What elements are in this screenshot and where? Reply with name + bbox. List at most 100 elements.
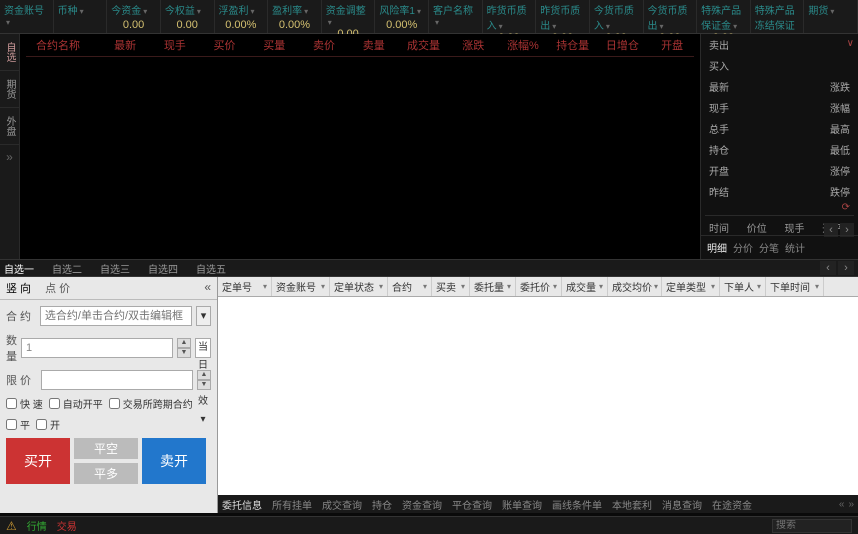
footer-quote-link[interactable]: 行情 [27, 518, 47, 533]
tab-vertical[interactable]: 竖 向 [6, 280, 31, 296]
quote-col-3[interactable]: 买价 [203, 37, 247, 53]
metric-5[interactable]: 盈利率▾0.00% [268, 0, 322, 33]
order-col-8[interactable]: 成交均价▾ [608, 277, 662, 296]
metric-15[interactable]: 期货▾ [804, 0, 858, 33]
quote-col-5[interactable]: 卖价 [302, 37, 346, 53]
metric-10[interactable]: 昨货币质出▾0.00 [536, 0, 590, 33]
quote-col-0[interactable]: 合约名称 [26, 37, 97, 53]
detail-tab-2[interactable]: 分笔 [759, 240, 779, 255]
order-col-0[interactable]: 定单号▾ [218, 277, 272, 296]
page-prev-icon[interactable]: « [839, 499, 845, 510]
sel-tab-1[interactable]: 自选二 [52, 261, 82, 276]
order-col-10[interactable]: 下单人▾ [720, 277, 766, 296]
order-col-2[interactable]: 定单状态▾ [330, 277, 388, 296]
order-col-11[interactable]: 下单时间▾ [766, 277, 824, 296]
contract-input[interactable] [40, 306, 192, 326]
search-input[interactable] [772, 519, 852, 533]
sel-next-icon[interactable]: › [838, 261, 854, 275]
order-col-7[interactable]: 成交量▾ [562, 277, 608, 296]
metric-1[interactable]: 币种▾ [54, 0, 108, 33]
side-expand-icon[interactable]: » [0, 145, 19, 169]
metric-14[interactable]: 特殊产品冻结保证金▾0.00 [751, 0, 805, 33]
order-col-3[interactable]: 合约▾ [388, 277, 432, 296]
order-col-1[interactable]: 资金账号▾ [272, 277, 330, 296]
qty-up-icon[interactable]: ▲ [177, 338, 191, 348]
side-tab-1[interactable]: 期货 [0, 71, 19, 108]
tab-pointprice[interactable]: 点 价 [45, 280, 70, 296]
bottom-tab-1[interactable]: 所有挂单 [272, 497, 312, 512]
side-tab-2[interactable]: 外盘 [0, 108, 19, 145]
bottom-tab-5[interactable]: 平仓查询 [452, 497, 492, 512]
metric-13[interactable]: 特殊产品保证金▾0.00 [697, 0, 751, 33]
quote-col-12[interactable]: 开盘 [650, 37, 694, 53]
bottom-tab-7[interactable]: 画线条件单 [552, 497, 602, 512]
bottom-tab-8[interactable]: 本地套利 [612, 497, 652, 512]
bottom-tab-9[interactable]: 消息查询 [662, 497, 702, 512]
price-input[interactable] [41, 370, 193, 390]
quote-col-11[interactable]: 日增仓 [601, 37, 645, 53]
side-tab-0[interactable]: 自选 [0, 34, 19, 71]
quote-col-4[interactable]: 买量 [252, 37, 296, 53]
check-4[interactable]: 开 [36, 417, 60, 432]
metric-3[interactable]: 今权益▾0.00 [161, 0, 215, 33]
check-0[interactable]: 快 速 [6, 396, 43, 411]
check-1[interactable]: 自动开平 [49, 396, 103, 411]
quote-col-2[interactable]: 现手 [153, 37, 197, 53]
page-next-icon[interactable]: » [848, 499, 854, 510]
quote-col-6[interactable]: 卖量 [352, 37, 396, 53]
collapse-icon[interactable]: « [204, 280, 211, 296]
bottom-tab-4[interactable]: 资金查询 [402, 497, 442, 512]
qty-down-icon[interactable]: ▼ [177, 348, 191, 358]
metric-9[interactable]: 昨货币质入▾0.00 [483, 0, 537, 33]
price-up-icon[interactable]: ▲ [197, 370, 211, 380]
sel-tab-0[interactable]: 自选一 [4, 261, 34, 276]
footer-trade-link[interactable]: 交易 [57, 518, 77, 533]
check-3[interactable]: 平 [6, 417, 30, 432]
metric-12[interactable]: 今货币质出▾0.00 [644, 0, 698, 33]
detail-tab-1[interactable]: 分价 [733, 240, 753, 255]
metric-6[interactable]: 资金调整▾0.00 [322, 0, 376, 33]
quote-col-9[interactable]: 涨幅% [501, 37, 545, 53]
refresh-icon[interactable]: ⟳ [701, 202, 858, 213]
price-down-icon[interactable]: ▼ [197, 380, 211, 390]
quote-col-7[interactable]: 成交量 [402, 37, 446, 53]
qty-label: 数 量 [6, 332, 17, 364]
bottom-tab-3[interactable]: 持仓 [372, 497, 392, 512]
bottom-tab-10[interactable]: 在途资金 [712, 497, 752, 512]
order-col-9[interactable]: 定单类型▾ [662, 277, 720, 296]
metric-4[interactable]: 浮盈利▾0.00% [215, 0, 269, 33]
quote-col-10[interactable]: 持仓量 [551, 37, 595, 53]
metric-2[interactable]: 今资金▾0.00 [107, 0, 161, 33]
detail-tab-3[interactable]: 统计 [785, 240, 805, 255]
chevron-down-icon: ▾ [304, 7, 308, 16]
detail-tab-0[interactable]: 明细 [707, 240, 727, 255]
price-label: 限 价 [6, 372, 37, 388]
info-expand-icon[interactable]: ∨ [847, 38, 854, 49]
quote-col-1[interactable]: 最新 [103, 37, 147, 53]
quote-col-8[interactable]: 涨跌 [451, 37, 495, 53]
check-2[interactable]: 交易所跨期合约 [109, 396, 193, 411]
order-col-5[interactable]: 委托量▾ [470, 277, 516, 296]
bottom-tab-6[interactable]: 账单查询 [502, 497, 542, 512]
validity-select[interactable]: 当日有效 ▾ [195, 338, 211, 358]
chevron-down-icon: ▾ [379, 282, 383, 291]
order-col-4[interactable]: 买卖▾ [432, 277, 470, 296]
close-short-button[interactable]: 平空 [74, 438, 138, 459]
order-col-6[interactable]: 委托价▾ [516, 277, 562, 296]
bottom-tab-2[interactable]: 成交查询 [322, 497, 362, 512]
info-row-7: 昨结跌停 [701, 181, 858, 202]
metric-11[interactable]: 今货币质入▾0.00 [590, 0, 644, 33]
qty-input[interactable] [21, 338, 173, 358]
buy-open-button[interactable]: 买开 [6, 438, 70, 484]
metric-7[interactable]: 风险率1▾0.00% [375, 0, 429, 33]
metric-8[interactable]: 客户名称▾ [429, 0, 483, 33]
metric-0[interactable]: 资金账号▾ [0, 0, 54, 33]
sel-tab-2[interactable]: 自选三 [100, 261, 130, 276]
bottom-tab-0[interactable]: 委托信息 [222, 497, 262, 512]
sell-open-button[interactable]: 卖开 [142, 438, 206, 484]
sel-prev-icon[interactable]: ‹ [820, 261, 836, 275]
sel-tab-3[interactable]: 自选四 [148, 261, 178, 276]
close-long-button[interactable]: 平多 [74, 463, 138, 484]
sel-tab-4[interactable]: 自选五 [196, 261, 226, 276]
contract-dropdown-icon[interactable]: ▾ [196, 306, 211, 326]
